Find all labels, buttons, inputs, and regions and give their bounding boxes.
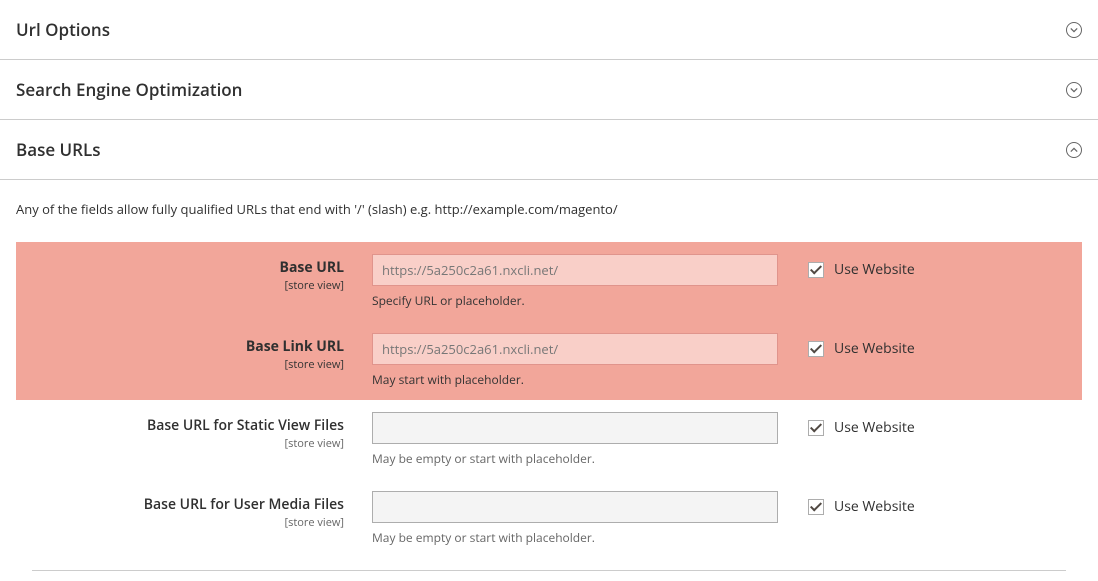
field-check-col: Use Website [808, 254, 915, 279]
field-label: Base URL for Static View Files [16, 416, 344, 435]
field-label: Base URL [16, 258, 344, 277]
field-scope: [store view] [16, 436, 344, 451]
field-note: May start with placeholder. [372, 371, 778, 388]
field-scope: [store view] [16, 357, 344, 372]
section-header-url-options[interactable]: Url Options [0, 0, 1098, 60]
divider [32, 570, 1066, 571]
media-files-input[interactable] [372, 491, 778, 523]
field-label-col: Base URL for User Media Files [store vie… [16, 491, 372, 530]
field-note: Specify URL or placeholder. [372, 292, 778, 309]
chevron-down-icon [1066, 82, 1082, 98]
use-website-checkbox[interactable] [808, 420, 824, 436]
static-files-input[interactable] [372, 412, 778, 444]
use-website-checkbox[interactable] [808, 499, 824, 515]
field-media-files: Base URL for User Media Files [store vie… [16, 479, 1082, 558]
field-note: May be empty or start with placeholder. [372, 450, 778, 467]
section-title: Url Options [16, 18, 110, 41]
chevron-up-icon [1066, 142, 1082, 158]
use-website-checkbox[interactable] [808, 341, 824, 357]
field-label-col: Base URL for Static View Files [store vi… [16, 412, 372, 451]
field-base-url: Base URL [store view] Specify URL or pla… [16, 242, 1082, 321]
field-input-col: May start with placeholder. [372, 333, 808, 388]
field-static-files: Base URL for Static View Files [store vi… [16, 400, 1082, 479]
field-label: Base Link URL [16, 337, 344, 356]
base-link-url-input[interactable] [372, 333, 778, 365]
field-label-col: Base Link URL [store view] [16, 333, 372, 372]
field-check-col: Use Website [808, 412, 915, 437]
use-website-label[interactable]: Use Website [834, 418, 915, 437]
section-title: Search Engine Optimization [16, 78, 242, 101]
section-title: Base URLs [16, 138, 101, 161]
field-input-col: May be empty or start with placeholder. [372, 412, 808, 467]
field-check-col: Use Website [808, 491, 915, 516]
field-scope: [store view] [16, 515, 344, 530]
help-text: Any of the fields allow fully qualified … [16, 200, 1082, 218]
field-note: May be empty or start with placeholder. [372, 529, 778, 546]
section-body-base-urls: Any of the fields allow fully qualified … [0, 180, 1098, 581]
field-label: Base URL for User Media Files [16, 495, 344, 514]
chevron-down-icon [1066, 22, 1082, 38]
section-header-base-urls[interactable]: Base URLs [0, 120, 1098, 180]
use-website-label[interactable]: Use Website [834, 260, 915, 279]
field-input-col: Specify URL or placeholder. [372, 254, 808, 309]
field-label-col: Base URL [store view] [16, 254, 372, 293]
use-website-label[interactable]: Use Website [834, 497, 915, 516]
base-url-input[interactable] [372, 254, 778, 286]
field-base-link-url: Base Link URL [store view] May start wit… [16, 321, 1082, 400]
section-header-seo[interactable]: Search Engine Optimization [0, 60, 1098, 120]
use-website-checkbox[interactable] [808, 262, 824, 278]
field-scope: [store view] [16, 278, 344, 293]
field-input-col: May be empty or start with placeholder. [372, 491, 808, 546]
use-website-label[interactable]: Use Website [834, 339, 915, 358]
field-check-col: Use Website [808, 333, 915, 358]
